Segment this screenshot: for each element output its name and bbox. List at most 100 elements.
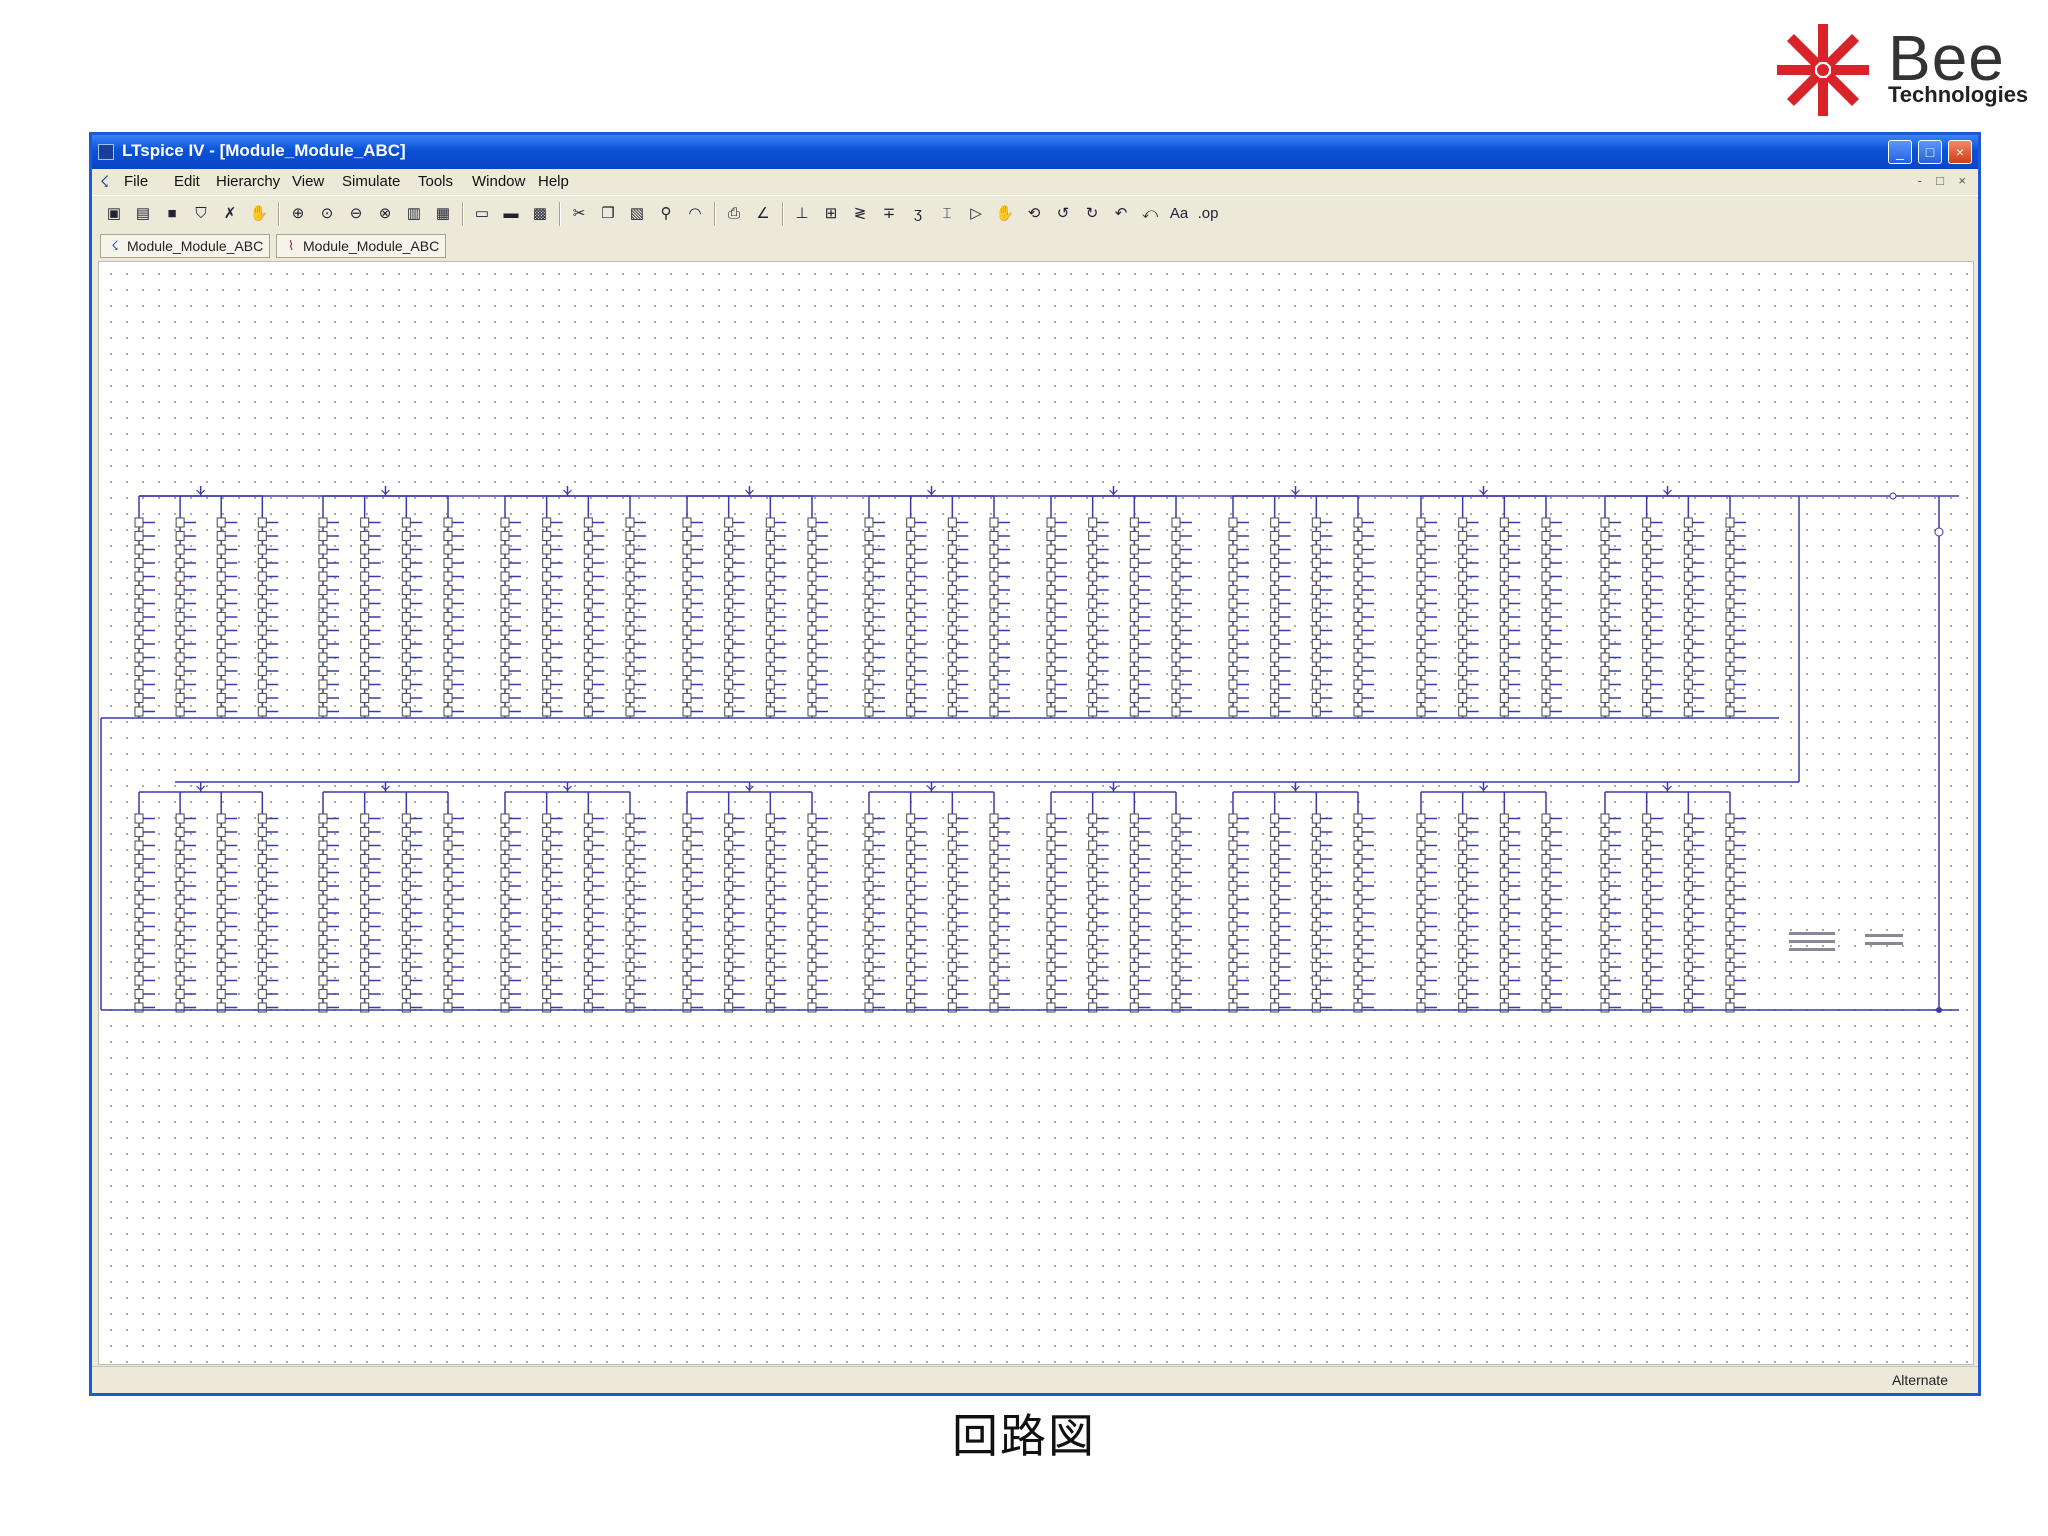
solar-cell-symbol (1683, 853, 1693, 865)
new-schematic-icon[interactable]: ▣ (102, 202, 126, 226)
solar-cell-symbol (1046, 638, 1056, 650)
control-panel-icon[interactable]: ⛉ (189, 202, 213, 226)
solar-cell-symbol (1683, 840, 1693, 851)
solar-cell-symbol (1642, 665, 1652, 677)
rotate-icon[interactable]: ↶ (1109, 202, 1133, 226)
zoom-fit-icon[interactable]: ⊗ (373, 202, 397, 226)
solar-cell-symbol (1270, 638, 1280, 650)
menu-edit[interactable]: Edit (174, 173, 200, 190)
menu-window[interactable]: Window (472, 173, 525, 190)
zoom-out-icon[interactable]: ⊖ (344, 202, 368, 226)
document-tabs: ☇ Module_Module_ABC ⌇ Module_Module_ABC (92, 232, 1978, 260)
mdi-minimize-button[interactable]: - (1918, 173, 1922, 188)
wire-icon[interactable]: ∠ (751, 202, 775, 226)
copy-icon[interactable]: ❐ (596, 202, 620, 226)
move-icon[interactable]: ✋ (993, 202, 1017, 226)
schematic-doc-icon[interactable]: ☇ (100, 172, 109, 192)
solar-cell-symbol (864, 880, 874, 892)
solar-cell-symbol (1270, 611, 1280, 623)
tab-schematic[interactable]: ☇ Module_Module_ABC (100, 234, 271, 258)
menu-view[interactable]: View (292, 173, 324, 190)
find-icon[interactable]: ⚲ (654, 202, 678, 226)
solar-cell-symbol (443, 544, 453, 555)
solar-cell-symbol (1270, 948, 1280, 959)
solar-cell-symbol (625, 880, 635, 892)
diode-icon[interactable]: ⌶ (935, 202, 959, 226)
halt-icon[interactable]: ✋ (247, 202, 271, 226)
menu-file[interactable]: File (124, 173, 148, 190)
resistor-icon[interactable]: ≷ (848, 202, 872, 226)
solar-cell-symbol (1458, 517, 1468, 528)
tile-horizontal-icon[interactable]: ▭ (470, 202, 494, 226)
print-icon[interactable]: ⎙ (722, 202, 746, 226)
mdi-restore-button[interactable]: □ (1936, 173, 1944, 188)
run-icon[interactable]: ✗ (218, 202, 242, 226)
mdi-close-button[interactable]: × (1958, 173, 1966, 188)
drag-icon[interactable]: ⟲ (1022, 202, 1046, 226)
schematic-canvas[interactable] (98, 261, 1974, 1365)
solar-cell-symbol (1088, 692, 1098, 704)
component-icon[interactable]: ▷ (964, 202, 988, 226)
autorange-icon[interactable]: ▥ (402, 202, 426, 226)
tab-waveform[interactable]: ⌇ Module_Module_ABC (276, 234, 447, 258)
close-button[interactable]: × (1948, 140, 1972, 164)
solar-cell-symbol (1600, 706, 1610, 717)
solar-cell-symbol (1499, 517, 1509, 528)
undo-icon[interactable]: ↺ (1051, 202, 1075, 226)
solar-cell-symbol (864, 840, 874, 851)
solar-cell-symbol (1458, 988, 1468, 1000)
close-window-icon[interactable]: ▩ (528, 202, 552, 226)
solar-cell-symbol (1600, 934, 1610, 946)
solar-cell-symbol (1046, 652, 1056, 663)
solar-cell-symbol (1088, 665, 1098, 677)
solar-cell-symbol (1088, 638, 1098, 650)
solar-cell-symbol (175, 948, 185, 959)
properties-icon[interactable]: ▦ (431, 202, 455, 226)
solar-cell-symbol (500, 652, 510, 663)
solar-cell-symbol (500, 894, 510, 905)
spice-directive-icon[interactable]: .op (1196, 202, 1220, 226)
menu-tools[interactable]: Tools (418, 173, 453, 190)
window-titlebar[interactable]: LTspice IV - [Module_Module_ABC] _ □ × (92, 135, 1978, 169)
solar-cell-symbol (1311, 894, 1321, 905)
zoom-pan-icon[interactable]: ⊙ (315, 202, 339, 226)
print-preview-icon[interactable]: ◠ (683, 202, 707, 226)
text-icon[interactable]: Aa (1167, 202, 1191, 226)
solar-cell-symbol (134, 853, 144, 865)
solar-cell-symbol (500, 544, 510, 555)
minimize-button[interactable]: _ (1888, 140, 1912, 164)
solar-cell-symbol (1541, 826, 1551, 838)
solar-cell-symbol (989, 584, 999, 596)
solar-cell-symbol (318, 961, 328, 973)
save-icon[interactable]: ■ (160, 202, 184, 226)
menu-help[interactable]: Help (538, 173, 569, 190)
menu-hierarchy[interactable]: Hierarchy (216, 173, 280, 190)
solar-cell-symbol (1541, 544, 1551, 555)
solar-cell-symbol (1088, 975, 1098, 986)
ground-icon[interactable]: ⊥ (790, 202, 814, 226)
redo-icon[interactable]: ↻ (1080, 202, 1104, 226)
solar-cell-symbol (1499, 557, 1509, 569)
solar-cell-symbol (1416, 894, 1426, 905)
solar-cell-symbol (906, 840, 916, 851)
solar-cell-symbol (1683, 679, 1693, 690)
solar-cell-symbol (1683, 826, 1693, 838)
mirror-icon[interactable]: ⤺ (1138, 202, 1162, 226)
solar-cell-symbol (1046, 530, 1056, 542)
solar-cell-symbol (864, 598, 874, 609)
maximize-button[interactable]: □ (1918, 140, 1942, 164)
cut-icon[interactable]: ✂ (567, 202, 591, 226)
solar-cell-symbol (1353, 625, 1363, 636)
open-icon[interactable]: ▤ (131, 202, 155, 226)
inductor-icon[interactable]: ʒ (906, 202, 930, 226)
solar-cell-symbol (1458, 934, 1468, 946)
solar-cell-symbol (1683, 988, 1693, 1000)
label-net-icon[interactable]: ⊞ (819, 202, 843, 226)
zoom-in-icon[interactable]: ⊕ (286, 202, 310, 226)
solar-cell-symbol (1725, 813, 1735, 824)
cascade-icon[interactable]: ▬ (499, 202, 523, 226)
capacitor-icon[interactable]: ∓ (877, 202, 901, 226)
solar-cell-symbol (1458, 598, 1468, 609)
paste-icon[interactable]: ▧ (625, 202, 649, 226)
menu-simulate[interactable]: Simulate (342, 173, 400, 190)
